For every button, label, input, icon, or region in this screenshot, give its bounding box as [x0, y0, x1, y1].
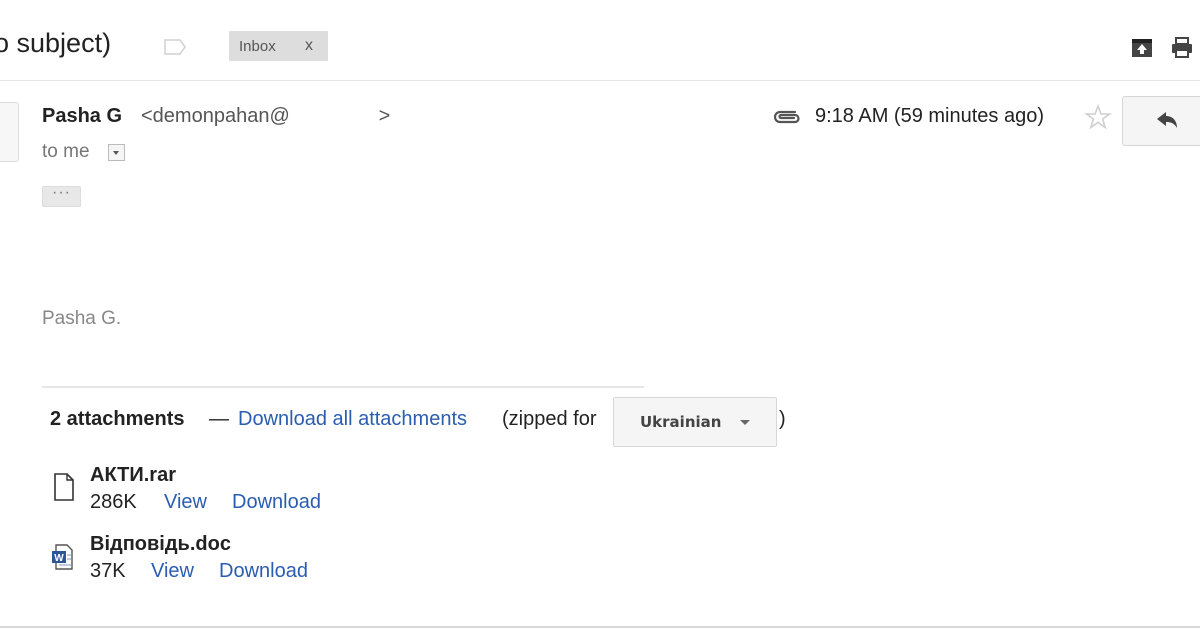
recipient-details-dropdown[interactable]	[108, 144, 125, 161]
zip-language-select[interactable]: Ukrainian	[613, 397, 777, 447]
bottom-divider	[0, 626, 1200, 628]
recipient-label: to me	[42, 141, 90, 162]
svg-text:W: W	[54, 553, 64, 564]
zipped-for-label: (zipped for	[502, 408, 597, 430]
show-trimmed-content-button[interactable]: ···	[42, 184, 81, 207]
paperclip-icon	[773, 110, 800, 124]
attachment-view-link[interactable]: View	[164, 491, 207, 514]
attachment-size: 286K	[90, 491, 137, 513]
attachments-dash: —	[209, 408, 229, 430]
download-all-attachments-link[interactable]: Download all attachments	[238, 408, 467, 431]
message-timestamp: 9:18 AM (59 minutes ago)	[815, 105, 1045, 127]
star-icon[interactable]	[1084, 103, 1112, 131]
sender-name: Pasha G	[42, 105, 123, 127]
attachments-divider	[42, 386, 644, 388]
chevron-down-icon	[740, 420, 750, 425]
word-doc-icon: W	[52, 544, 73, 570]
attachment-name[interactable]: АКТИ.rar	[90, 464, 176, 487]
closing-parenthesis: )	[779, 408, 786, 430]
attachment-download-link[interactable]: Download	[219, 560, 308, 583]
attachment-size: 37K	[90, 560, 126, 582]
header-divider	[0, 80, 1200, 81]
previous-message-tab[interactable]	[0, 102, 19, 162]
ellipsis-label: ···	[52, 184, 71, 201]
inbox-label: Inbox	[239, 38, 276, 55]
attachments-count: 2 attachments	[50, 408, 185, 430]
zip-language-value: Ukrainian	[640, 413, 722, 431]
reply-button[interactable]	[1122, 96, 1200, 146]
attachment-download-link[interactable]: Download	[232, 491, 321, 514]
attachment-name[interactable]: Відповідь.doc	[90, 533, 231, 556]
email-subject: o subject)	[0, 28, 112, 58]
new-window-icon[interactable]	[1130, 35, 1154, 59]
attachment-view-link[interactable]: View	[151, 560, 194, 583]
reply-arrow-icon	[1157, 112, 1177, 128]
importance-marker-icon[interactable]	[163, 38, 187, 56]
print-icon[interactable]	[1170, 35, 1194, 59]
sender-email: <demonpahan@ >	[141, 105, 391, 127]
generic-file-icon	[54, 473, 74, 501]
remove-label-button[interactable]: x	[305, 37, 313, 55]
message-signature: Pasha G.	[42, 308, 122, 329]
